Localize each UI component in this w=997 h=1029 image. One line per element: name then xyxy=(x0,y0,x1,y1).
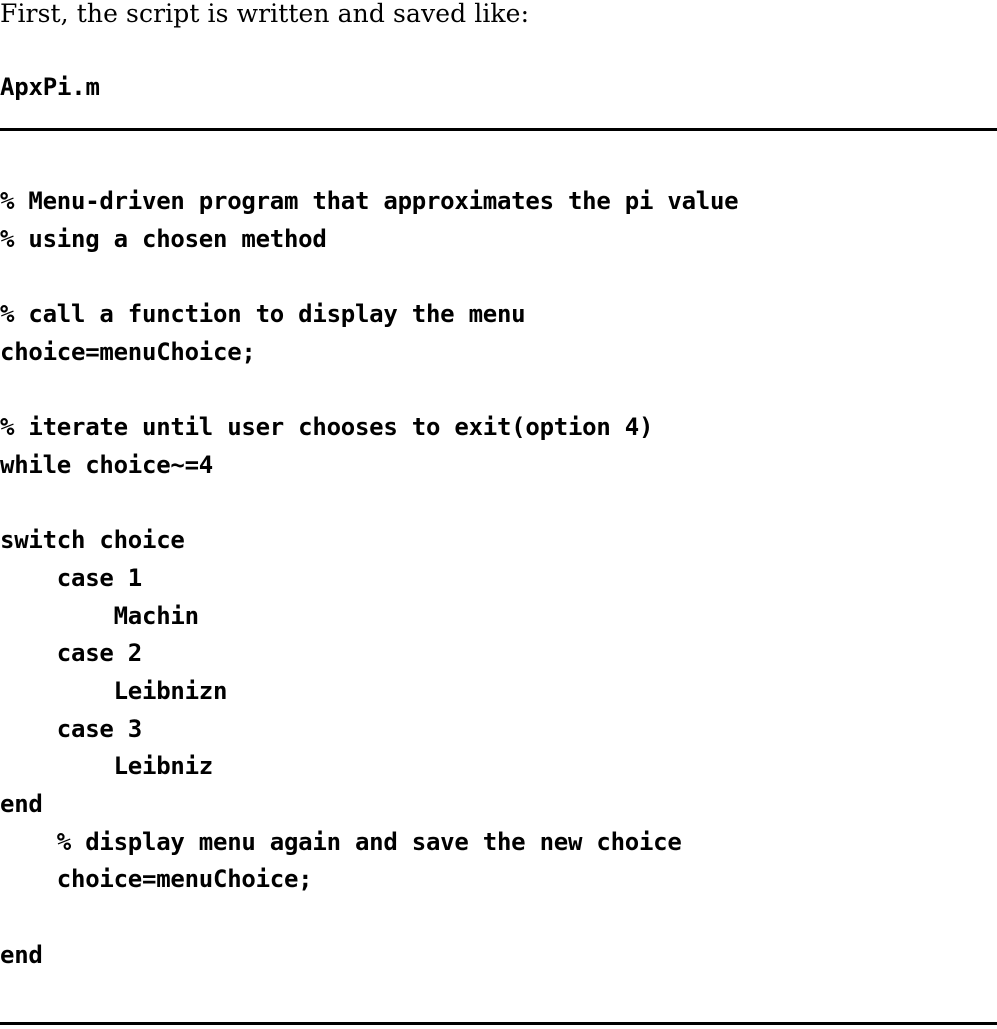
code-line: choice=menuChoice; xyxy=(0,865,313,894)
intro-paragraph: First, the script is written and saved l… xyxy=(0,0,530,28)
script-filename: ApxPi.m xyxy=(0,73,100,101)
code-line: Machin xyxy=(0,601,199,630)
code-line: % using a chosen method xyxy=(0,224,327,253)
top-horizontal-rule xyxy=(0,128,997,131)
code-line: case 3 xyxy=(0,714,142,743)
code-line: switch choice xyxy=(0,526,185,555)
code-listing: % Menu-driven program that approximates … xyxy=(0,183,997,974)
code-line: % Menu-driven program that approximates … xyxy=(0,187,739,215)
code-line: % call a function to display the menu xyxy=(0,300,526,329)
code-line: end xyxy=(0,790,43,818)
code-line: % display menu again and save the new ch… xyxy=(0,827,682,856)
code-line: while choice~=4 xyxy=(0,450,213,479)
bottom-horizontal-rule xyxy=(0,1022,997,1025)
code-line: choice=menuChoice; xyxy=(0,337,256,366)
code-line: end xyxy=(0,940,43,969)
code-line: case 1 xyxy=(0,563,142,592)
code-line: case 2 xyxy=(0,639,142,668)
code-line: Leibnizn xyxy=(0,676,228,705)
code-line: % iterate until user chooses to exit(opt… xyxy=(0,413,654,442)
document-page: First, the script is written and saved l… xyxy=(0,0,997,1029)
code-line: Leibniz xyxy=(0,752,214,781)
